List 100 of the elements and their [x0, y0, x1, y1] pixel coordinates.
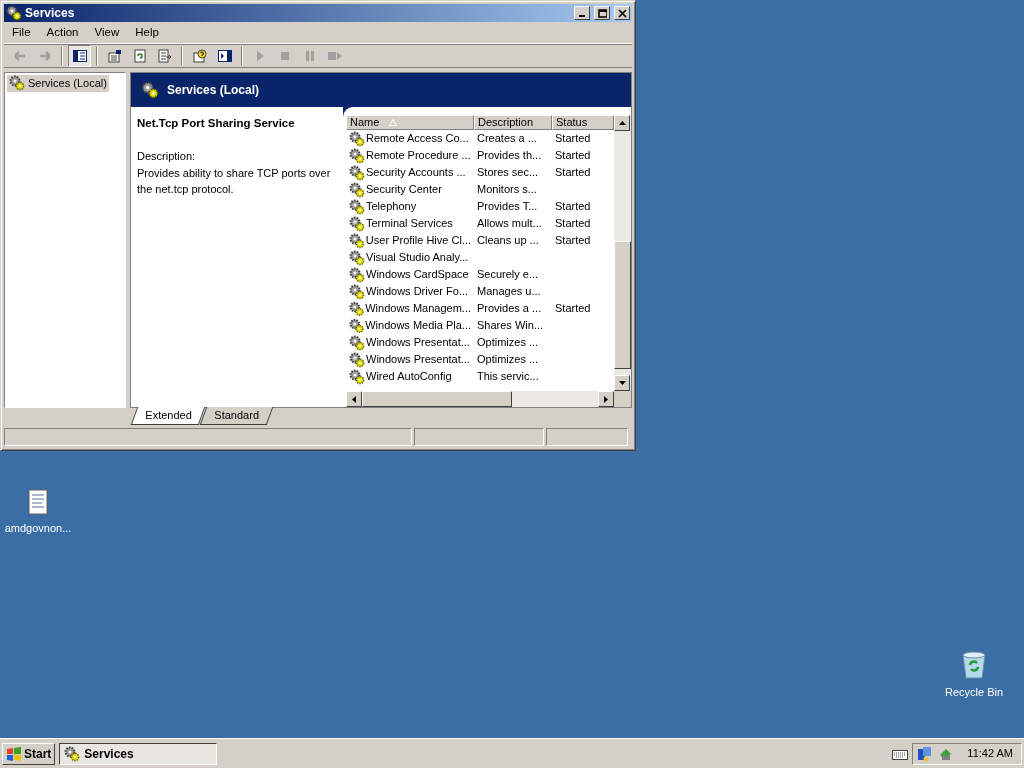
horizontal-scrollbar[interactable]	[346, 391, 631, 407]
gears-icon	[349, 368, 365, 385]
right-arrow-icon	[604, 395, 608, 403]
gears-icon	[349, 147, 365, 164]
service-name: Windows Presentat...	[366, 335, 470, 351]
gears-icon	[6, 5, 22, 21]
document-icon	[27, 488, 49, 516]
icon-label: Recycle Bin	[944, 685, 1004, 700]
column-header[interactable]: Status	[552, 115, 614, 130]
gears-icon	[64, 745, 81, 762]
gears-icon	[349, 266, 365, 283]
recycle-bin-icon	[959, 650, 989, 680]
up-arrow-icon	[618, 121, 626, 125]
service-name: Security Center	[366, 182, 442, 198]
description-text: Provides ability to share TCP ports over the net.tcp protocol.	[137, 165, 332, 198]
icon-label: amdgovnon...	[4, 521, 72, 536]
tree-item[interactable]: Services (Local)	[7, 75, 109, 92]
desktop-icon[interactable]: Recycle Bin	[936, 650, 1012, 701]
gears-icon	[349, 300, 365, 317]
close-button[interactable]	[614, 6, 630, 20]
desktop-icon[interactable]: amdgovnon...	[0, 488, 76, 537]
tab[interactable]: Extended	[130, 407, 206, 425]
network-icon[interactable]	[917, 745, 934, 762]
service-name: Windows Managem...	[365, 301, 471, 317]
service-name: Windows Presentat...	[366, 352, 470, 368]
table-cell-text: Provides th...	[476, 148, 543, 164]
service-name: Windows CardSpace	[366, 267, 469, 283]
clock[interactable]: 11:42 AM	[967, 745, 1013, 762]
refresh-icon	[131, 48, 148, 64]
service-name: Terminal Services	[366, 216, 453, 232]
description-label: Description:	[137, 149, 197, 165]
service-name: Visual Studio Analy...	[366, 250, 469, 266]
table-cell-text: Monitors s...	[476, 182, 538, 198]
action-pane-icon	[216, 48, 233, 64]
column-header[interactable]: Name	[346, 115, 474, 130]
scrollbar-corner	[614, 391, 631, 407]
help-icon	[191, 48, 208, 64]
table-cell-text: Securely e...	[476, 267, 540, 283]
scroll-down-button[interactable]	[614, 375, 630, 391]
start-button[interactable]: Start	[2, 742, 56, 765]
scroll-left-button[interactable]	[346, 391, 362, 407]
tree-pane-icon	[71, 48, 88, 64]
service-name: User Profile Hive Cl...	[365, 233, 471, 249]
maximize-button[interactable]	[594, 6, 610, 20]
scroll-up-button[interactable]	[614, 115, 630, 131]
scrollbar-thumb[interactable]	[362, 391, 512, 407]
service-name: Windows Media Pla...	[365, 318, 471, 334]
maximize-icon	[597, 8, 607, 18]
vertical-scrollbar[interactable]	[614, 115, 631, 391]
table-cell-text: Cleans up ...	[476, 233, 540, 249]
table-cell-text: Shares Win...	[476, 318, 545, 334]
table-cell-text: Started	[554, 216, 592, 232]
table-cell-text: Started	[554, 233, 592, 249]
windows-flag-icon	[6, 745, 22, 762]
service-name: Security Accounts ...	[366, 165, 466, 181]
gears-icon	[349, 334, 365, 351]
table-cell-text: This servic...	[476, 369, 540, 385]
close-icon	[617, 8, 627, 18]
gears-icon	[349, 317, 365, 334]
taskbar-button[interactable]: Services	[59, 742, 218, 765]
tree-pane-button[interactable]	[68, 45, 91, 67]
gears-icon	[349, 351, 365, 368]
table-cell-text: Optimizes ...	[476, 335, 540, 351]
menu-item[interactable]: Action	[38, 23, 87, 42]
menu-item[interactable]: File	[4, 23, 39, 42]
column-header[interactable]: Description	[474, 115, 552, 130]
properties-icon	[106, 48, 123, 64]
table-cell-text: Stores sec...	[476, 165, 540, 181]
scrollbar-thumb[interactable]	[614, 241, 631, 369]
gears-icon	[349, 130, 365, 147]
gears-icon	[349, 232, 365, 249]
table-cell-text: Started	[554, 301, 592, 317]
left-arrow-icon	[352, 395, 356, 403]
service-name: Remote Procedure ...	[366, 148, 471, 164]
gears-icon	[141, 81, 159, 99]
minimize-button[interactable]	[574, 6, 590, 20]
gears-icon	[349, 215, 365, 232]
service-name: Remote Access Co...	[366, 131, 469, 147]
table-cell-text: Started	[554, 148, 592, 164]
menu-item[interactable]: Help	[127, 23, 167, 42]
table-cell-text: Provides T...	[476, 199, 539, 215]
service-name: Wired AutoConfig	[366, 369, 452, 385]
gears-icon	[349, 249, 365, 266]
gears-icon	[9, 75, 25, 92]
scroll-right-button[interactable]	[598, 391, 614, 407]
keyboard-icon[interactable]	[892, 747, 909, 760]
service-name: Windows Driver Fo...	[366, 284, 469, 300]
table-cell-text: Manages u...	[476, 284, 542, 300]
service-name: Telephony	[366, 199, 417, 215]
gears-icon	[349, 181, 365, 198]
service-title: Net.Tcp Port Sharing Service	[137, 116, 296, 131]
export-icon	[156, 48, 173, 64]
tab[interactable]: Standard	[200, 407, 274, 425]
down-arrow-icon	[618, 381, 626, 385]
table-cell-text: Allows mult...	[476, 216, 543, 232]
gears-icon	[349, 283, 365, 300]
table-cell-text: Started	[554, 165, 592, 181]
menu-item[interactable]: View	[86, 23, 128, 42]
window-title: Services	[25, 5, 76, 22]
table-cell-text: Optimizes ...	[476, 352, 540, 368]
